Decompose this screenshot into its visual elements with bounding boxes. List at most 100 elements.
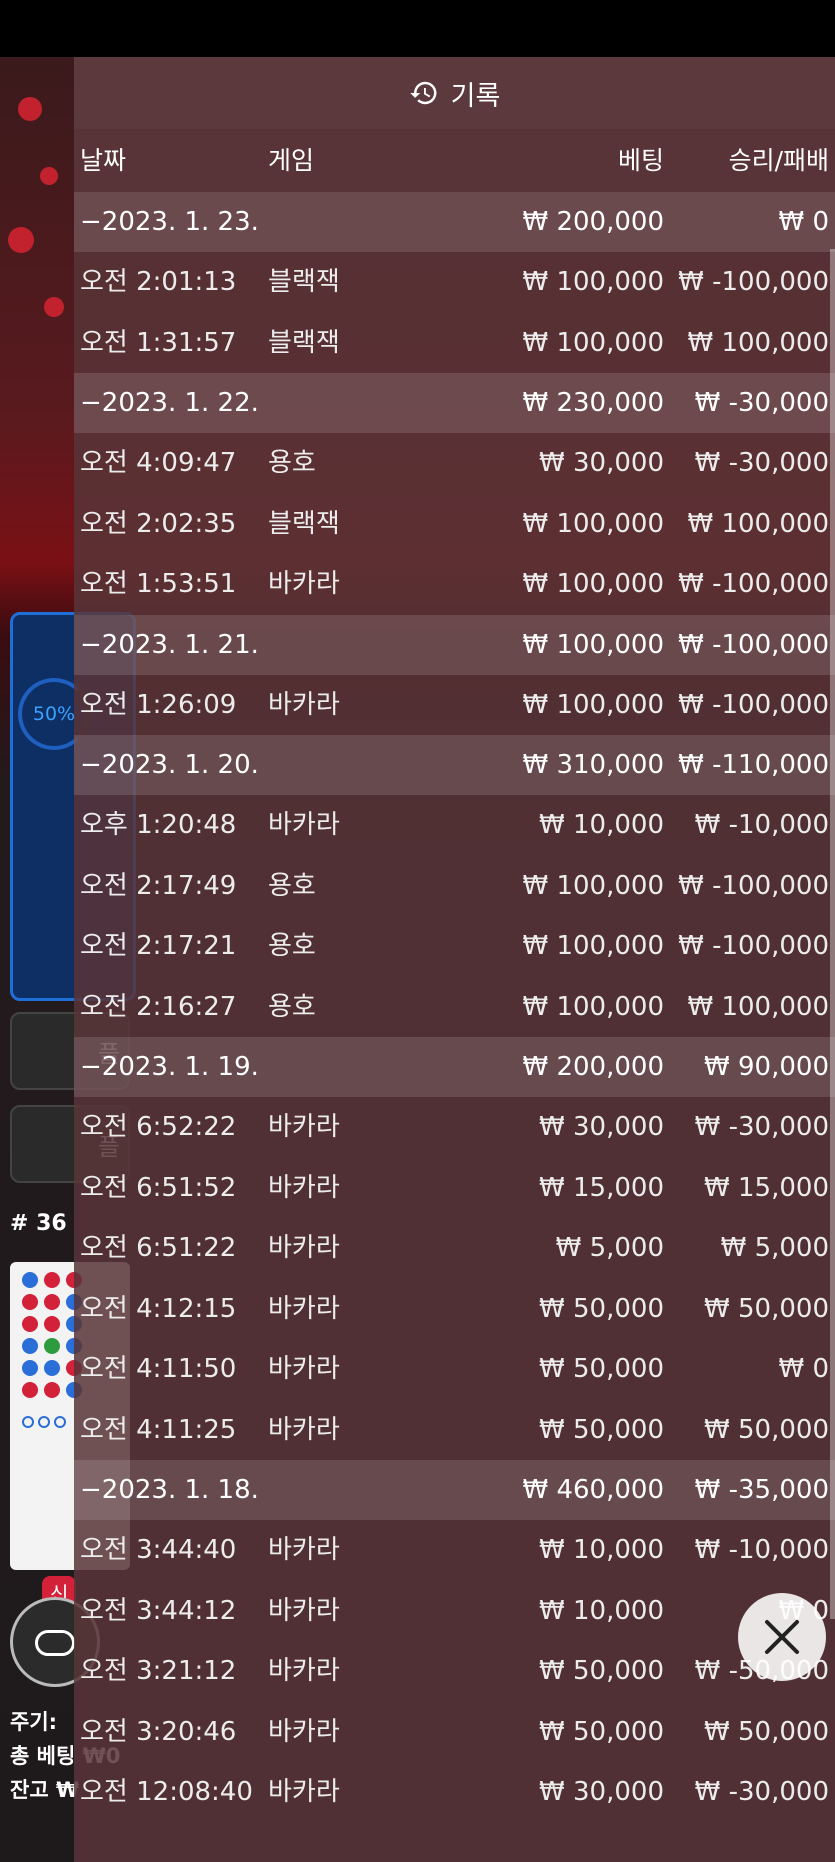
entry-result: ₩ -100,000 <box>678 267 829 297</box>
history-row[interactable]: 오후 1:20:48 바카라 ₩ 10,000 ₩ -10,000 <box>74 795 835 856</box>
date-group-header[interactable]: −2023. 1. 22. ₩ 230,000 ₩ -30,000 <box>74 373 835 433</box>
roadmap-dot <box>22 1360 38 1376</box>
entry-result: ₩ -100,000 <box>678 931 829 961</box>
entry-game: 바카라 <box>268 1233 340 1263</box>
entry-result: ₩ -10,000 <box>694 810 829 840</box>
panel-header: 기록 <box>74 57 835 129</box>
history-row[interactable]: 오전 1:31:57 블랙잭 ₩ 100,000 ₩ 100,000 <box>74 313 835 374</box>
roadmap-dot <box>22 1272 38 1288</box>
group-result-total: ₩ -110,000 <box>678 750 829 780</box>
scrollbar[interactable] <box>830 249 835 1619</box>
history-row[interactable]: 오전 4:12:15 바카라 ₩ 50,000 ₩ 50,000 <box>74 1279 835 1340</box>
history-row[interactable]: 오전 3:21:12바카라₩ 50,000₩ -50,000 <box>74 1641 835 1702</box>
entry-game: 바카라 <box>268 1293 340 1324</box>
roadmap-ring <box>54 1416 66 1428</box>
blossom-decoration <box>40 167 58 185</box>
group-result-total: ₩ -35,000 <box>694 1475 829 1505</box>
date-group-header[interactable]: −2023. 1. 18. ₩ 460,000 ₩ -35,000 <box>74 1460 835 1520</box>
history-row[interactable]: 오전 3:44:40 바카라 ₩ 10,000 ₩ -10,000 <box>74 1520 835 1581</box>
close-button[interactable] <box>738 1593 826 1681</box>
history-row[interactable]: 오전 2:17:49 용호 ₩ 100,000 ₩ -100,000 <box>74 856 835 917</box>
column-header-bet: 베팅 <box>617 146 664 175</box>
history-row[interactable]: 오전 2:01:13 블랙잭 ₩ 100,000 ₩ -100,000 <box>74 252 835 313</box>
history-row[interactable]: 오전 3:44:12바카라₩ 10,000₩ 0 <box>74 1581 835 1642</box>
entry-bet: ₩ 30,000 <box>539 1112 664 1142</box>
close-icon <box>765 1620 799 1654</box>
entry-bet: ₩ 100,000 <box>522 508 665 539</box>
entry-bet: ₩ 100,000 <box>522 870 665 901</box>
roadmap-ring <box>22 1416 34 1428</box>
entry-bet: ₩ 50,000 <box>539 1414 664 1445</box>
entry-time: 오전 2:17:21 <box>80 931 237 961</box>
group-date: −2023. 1. 23. <box>80 207 259 237</box>
entry-game: 용호 <box>268 870 316 901</box>
date-group-header[interactable]: −2023. 1. 23. ₩ 200,000 ₩ 0 <box>74 192 835 252</box>
group-date: −2023. 1. 20. <box>80 750 259 780</box>
history-row[interactable]: 오전 3:20:46 바카라 ₩ 50,000 ₩ 50,000 <box>74 1702 835 1763</box>
entry-time: 오전 4:11:50 <box>80 1354 237 1384</box>
roadmap-dot <box>22 1338 38 1354</box>
group-bet-total: ₩ 310,000 <box>522 750 665 780</box>
entry-time: 오전 6:51:22 <box>80 1233 237 1263</box>
entry-bet: ₩ 10,000 <box>539 1535 664 1565</box>
history-row[interactable]: 오전 6:51:52 바카라 ₩ 15,000 ₩ 15,000 <box>74 1158 835 1219</box>
entry-result: ₩ -30,000 <box>694 448 829 478</box>
entry-bet: ₩ 100,000 <box>522 689 665 720</box>
group-bet-total: ₩ 200,000 <box>522 1052 665 1082</box>
roadmap-ring <box>38 1416 50 1428</box>
history-row[interactable]: 오전 4:11:50 바카라 ₩ 50,000 ₩ 0 <box>74 1339 835 1400</box>
entry-time: 오전 3:21:12 <box>80 1656 237 1686</box>
history-row[interactable]: 오전 6:51:22 바카라 ₩ 5,000 ₩ 5,000 <box>74 1218 835 1279</box>
date-group-header[interactable]: −2023. 1. 21. ₩ 100,000 ₩ -100,000 <box>74 614 835 675</box>
entry-bet: ₩ 50,000 <box>539 1716 664 1747</box>
entry-bet: ₩ 10,000 <box>539 810 664 840</box>
roadmap-dot <box>44 1338 60 1354</box>
history-panel: 기록 날짜 게임 베팅 승리/패배 −2023. 1. 23. ₩ 200,000… <box>74 57 835 1862</box>
history-list[interactable]: −2023. 1. 23. ₩ 200,000 ₩ 0 오전 2:01:13 블랙잭 ₩ … <box>74 192 835 1823</box>
roadmap-dot <box>44 1272 60 1288</box>
column-header-game: 게임 <box>268 146 315 175</box>
entry-bet: ₩ 50,000 <box>539 1354 664 1384</box>
history-row[interactable]: 오전 1:53:51 바카라 ₩ 100,000 ₩ -100,000 <box>74 554 835 615</box>
entry-game: 블랙잭 <box>268 327 340 358</box>
round-number: # 36 <box>10 1211 67 1236</box>
entry-result: ₩ -100,000 <box>678 569 829 599</box>
panel-title: 기록 <box>450 80 501 112</box>
history-row[interactable]: 오전 6:52:22 바카라 ₩ 30,000 ₩ -30,000 <box>74 1097 835 1158</box>
entry-result: ₩ 100,000 <box>687 508 830 539</box>
status-bar <box>0 0 835 57</box>
entry-time: 오전 1:53:51 <box>80 569 237 599</box>
entry-result: ₩ -100,000 <box>678 689 829 720</box>
history-row[interactable]: 오전 2:02:35 블랙잭 ₩ 100,000 ₩ 100,000 <box>74 494 835 555</box>
history-row[interactable]: 오전 12:08:40 바카라 ₩ 30,000 ₩ -30,000 <box>74 1762 835 1823</box>
entry-result: ₩ 0 <box>778 1354 829 1384</box>
entry-result: ₩ -30,000 <box>694 1112 829 1142</box>
group-date: −2023. 1. 21. <box>80 629 259 660</box>
entry-game: 블랙잭 <box>268 267 340 297</box>
history-row[interactable]: 오전 2:17:21 용호 ₩ 100,000 ₩ -100,000 <box>74 916 835 977</box>
date-group-header[interactable]: −2023. 1. 20. ₩ 310,000 ₩ -110,000 <box>74 735 835 795</box>
entry-bet: ₩ 100,000 <box>522 327 665 358</box>
entry-result: ₩ 15,000 <box>704 1172 829 1203</box>
history-row[interactable]: 오전 4:11:25 바카라 ₩ 50,000 ₩ 50,000 <box>74 1400 835 1461</box>
entry-result: ₩ -10,000 <box>694 1535 829 1565</box>
roadmap-dot <box>44 1316 60 1332</box>
group-date: −2023. 1. 18. <box>80 1475 259 1505</box>
group-date: −2023. 1. 19. <box>80 1052 259 1082</box>
group-result-total: ₩ -100,000 <box>678 629 829 660</box>
history-row[interactable]: 오전 2:16:27 용호 ₩ 100,000 ₩ 100,000 <box>74 977 835 1038</box>
group-bet-total: ₩ 200,000 <box>522 207 665 237</box>
history-row[interactable]: 오전 1:26:09 바카라 ₩ 100,000 ₩ -100,000 <box>74 675 835 736</box>
group-result-total: ₩ 0 <box>778 207 829 237</box>
group-bet-total: ₩ 230,000 <box>522 388 665 418</box>
date-group-header[interactable]: −2023. 1. 19. ₩ 200,000 ₩ 90,000 <box>74 1037 835 1097</box>
entry-game: 바카라 <box>268 1354 340 1384</box>
entry-time: 오전 3:44:40 <box>80 1535 237 1565</box>
entry-game: 바카라 <box>268 1172 340 1203</box>
history-row[interactable]: 오전 4:09:47 용호 ₩ 30,000 ₩ -30,000 <box>74 433 835 494</box>
entry-time: 오전 4:12:15 <box>80 1293 237 1324</box>
column-headers: 날짜 게임 베팅 승리/패배 <box>74 129 835 192</box>
entry-game: 바카라 <box>268 1414 340 1445</box>
entry-time: 오전 2:01:13 <box>80 267 237 297</box>
roadmap-dot <box>22 1382 38 1398</box>
